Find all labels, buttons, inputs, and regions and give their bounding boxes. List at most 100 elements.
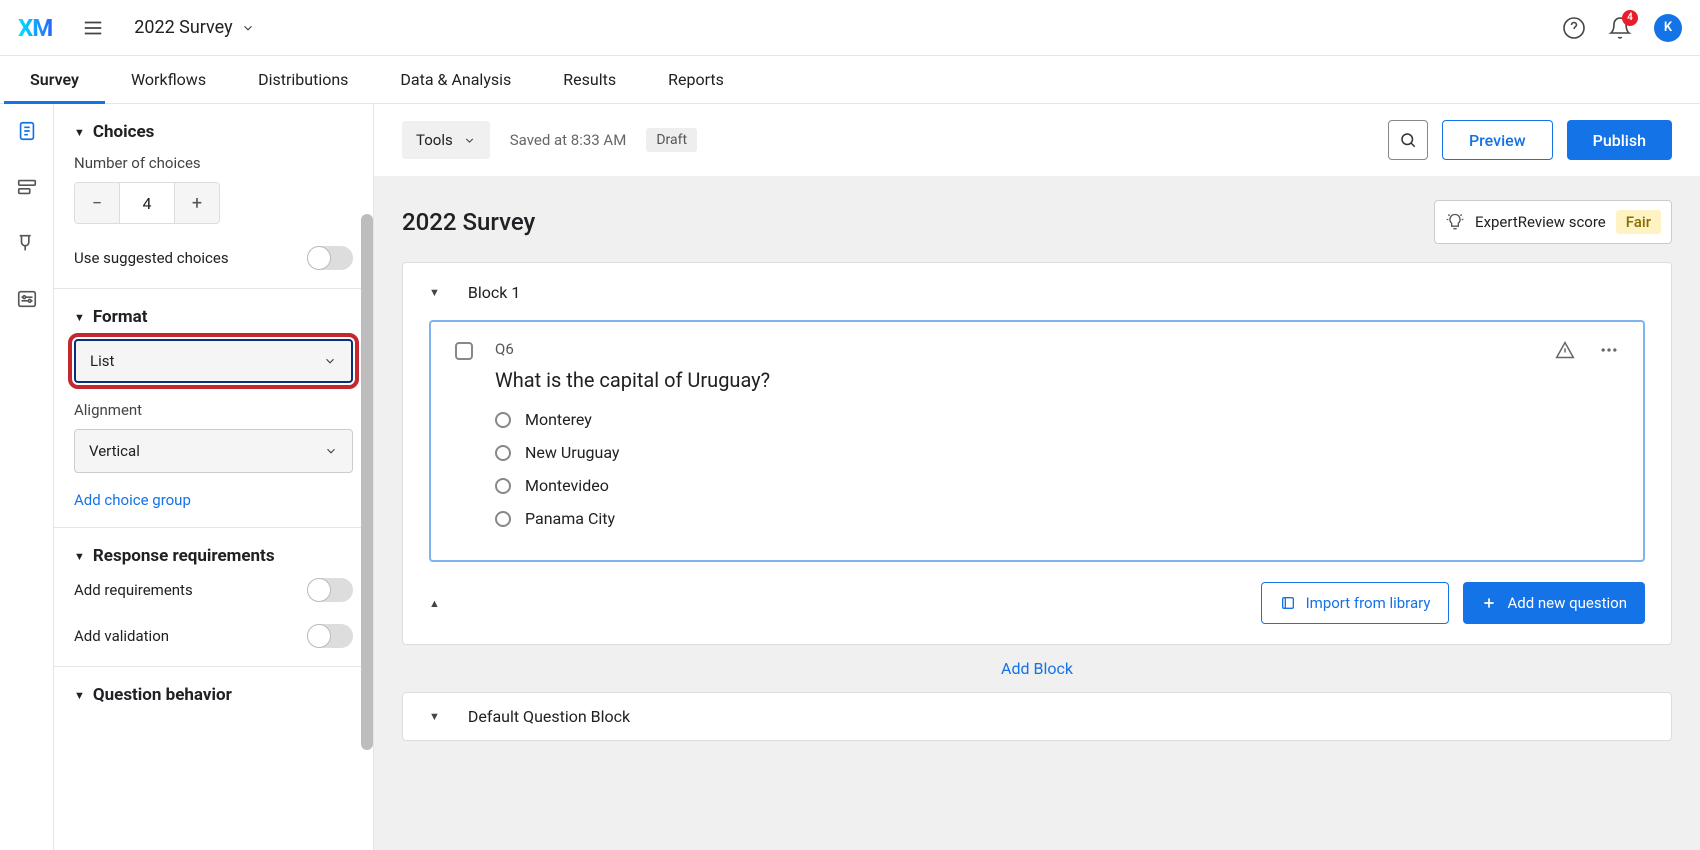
notifications-icon[interactable]: 4 bbox=[1608, 16, 1632, 40]
warning-icon[interactable] bbox=[1555, 340, 1575, 542]
choice-row[interactable]: Panama City bbox=[495, 509, 1533, 528]
menu-icon[interactable] bbox=[82, 17, 104, 39]
rail-flow-icon[interactable] bbox=[14, 174, 40, 200]
radio-icon bbox=[495, 445, 511, 461]
choice-row[interactable]: Montevideo bbox=[495, 476, 1533, 495]
expert-label: ExpertReview score bbox=[1475, 213, 1606, 231]
help-icon[interactable] bbox=[1562, 16, 1586, 40]
choice-row[interactable]: Monterey bbox=[495, 410, 1533, 429]
preview-button[interactable]: Preview bbox=[1442, 120, 1553, 160]
question-card[interactable]: Q6 What is the capital of Uruguay? Monte… bbox=[429, 320, 1645, 562]
alignment-value: Vertical bbox=[89, 442, 140, 460]
rail-builder-icon[interactable] bbox=[14, 118, 40, 144]
expert-review-pill[interactable]: ExpertReview score Fair bbox=[1434, 200, 1672, 244]
import-library-button[interactable]: Import from library bbox=[1261, 582, 1450, 624]
question-checkbox[interactable] bbox=[455, 342, 473, 360]
more-icon[interactable] bbox=[1599, 340, 1619, 542]
format-value: List bbox=[90, 352, 114, 370]
app-header: XM 2022 Survey 4 K bbox=[0, 0, 1700, 56]
section-behavior-header[interactable]: ▼ Question behavior bbox=[74, 685, 353, 705]
add-question-button[interactable]: Add new question bbox=[1463, 582, 1645, 624]
format-dropdown[interactable]: List bbox=[74, 339, 353, 383]
section-response-title: Response requirements bbox=[93, 546, 275, 566]
library-icon bbox=[1280, 595, 1296, 611]
block-card: ▼ Default Question Block bbox=[402, 692, 1672, 741]
chevron-down-icon bbox=[241, 21, 255, 35]
canvas-toolbar: Tools Saved at 8:33 AM Draft Preview Pub… bbox=[374, 104, 1700, 176]
add-requirements-toggle[interactable] bbox=[307, 578, 353, 602]
add-validation-label: Add validation bbox=[74, 627, 169, 645]
radio-icon bbox=[495, 412, 511, 428]
num-choices-stepper: − 4 + bbox=[74, 182, 220, 224]
choice-label: Monterey bbox=[525, 410, 592, 429]
left-rail bbox=[0, 104, 54, 850]
tab-data-analysis[interactable]: Data & Analysis bbox=[374, 56, 537, 103]
choice-label: Panama City bbox=[525, 509, 615, 528]
section-choices-title: Choices bbox=[93, 122, 155, 142]
alignment-dropdown[interactable]: Vertical bbox=[74, 429, 353, 473]
edit-panel: ▼ Choices Number of choices − 4 + Use su… bbox=[54, 104, 374, 850]
tab-distributions[interactable]: Distributions bbox=[232, 56, 374, 103]
num-choices-label: Number of choices bbox=[74, 154, 353, 172]
rail-options-icon[interactable] bbox=[14, 286, 40, 312]
tab-workflows[interactable]: Workflows bbox=[105, 56, 232, 103]
avatar[interactable]: K bbox=[1654, 14, 1682, 42]
section-format-header[interactable]: ▼ Format bbox=[74, 307, 353, 327]
section-response-header[interactable]: ▼ Response requirements bbox=[74, 546, 353, 566]
caret-down-icon: ▼ bbox=[74, 126, 85, 139]
project-dropdown[interactable]: 2022 Survey bbox=[134, 17, 254, 38]
use-suggested-label: Use suggested choices bbox=[74, 249, 229, 267]
question-text[interactable]: What is the capital of Uruguay? bbox=[495, 368, 1533, 392]
project-name: 2022 Survey bbox=[134, 17, 232, 38]
chevron-down-icon bbox=[324, 444, 338, 458]
chevron-down-icon bbox=[463, 134, 476, 147]
notification-badge: 4 bbox=[1622, 10, 1638, 26]
radio-icon bbox=[495, 511, 511, 527]
plus-icon bbox=[1481, 595, 1497, 611]
choice-row[interactable]: New Uruguay bbox=[495, 443, 1533, 462]
add-validation-toggle[interactable] bbox=[307, 624, 353, 648]
tab-results[interactable]: Results bbox=[537, 56, 642, 103]
saved-status: Saved at 8:33 AM bbox=[510, 131, 627, 149]
main-tabs: Survey Workflows Distributions Data & An… bbox=[0, 56, 1700, 104]
section-behavior-title: Question behavior bbox=[93, 685, 232, 705]
add-block-link[interactable]: Add Block bbox=[402, 659, 1672, 678]
scrollbar[interactable] bbox=[361, 214, 373, 750]
num-choices-value: 4 bbox=[119, 183, 175, 223]
expert-score: Fair bbox=[1616, 210, 1661, 234]
collapse-icon[interactable]: ▼ bbox=[429, 710, 440, 723]
tab-reports[interactable]: Reports bbox=[642, 56, 750, 103]
tools-label: Tools bbox=[416, 131, 453, 149]
import-library-label: Import from library bbox=[1306, 594, 1431, 612]
tools-dropdown[interactable]: Tools bbox=[402, 121, 490, 159]
choice-label: Montevideo bbox=[525, 476, 609, 495]
lightbulb-icon bbox=[1445, 212, 1465, 232]
add-question-label: Add new question bbox=[1507, 594, 1627, 612]
canvas: Tools Saved at 8:33 AM Draft Preview Pub… bbox=[374, 104, 1700, 850]
chevron-down-icon bbox=[323, 354, 337, 368]
rail-look-icon[interactable] bbox=[14, 230, 40, 256]
choice-label: New Uruguay bbox=[525, 443, 619, 462]
search-button[interactable] bbox=[1388, 120, 1428, 160]
publish-button[interactable]: Publish bbox=[1567, 120, 1672, 160]
alignment-label: Alignment bbox=[74, 401, 353, 419]
caret-down-icon: ▼ bbox=[74, 689, 85, 702]
block-card: ▼ Block 1 Q6 What is the capital of Urug… bbox=[402, 262, 1672, 645]
section-format-title: Format bbox=[93, 307, 148, 327]
logo: XM bbox=[18, 14, 52, 42]
block-name[interactable]: Default Question Block bbox=[468, 707, 630, 726]
collapse-icon[interactable]: ▼ bbox=[429, 286, 440, 299]
caret-down-icon: ▼ bbox=[74, 311, 85, 324]
add-requirements-label: Add requirements bbox=[74, 581, 193, 599]
section-choices-header[interactable]: ▼ Choices bbox=[74, 122, 353, 142]
expand-icon[interactable]: ▲ bbox=[429, 597, 440, 610]
decrement-button[interactable]: − bbox=[75, 183, 119, 223]
caret-down-icon: ▼ bbox=[74, 550, 85, 563]
tab-survey[interactable]: Survey bbox=[4, 56, 105, 103]
search-icon bbox=[1399, 131, 1417, 149]
block-name[interactable]: Block 1 bbox=[468, 283, 520, 302]
use-suggested-toggle[interactable] bbox=[307, 246, 353, 270]
add-choice-group-link[interactable]: Add choice group bbox=[74, 491, 191, 509]
increment-button[interactable]: + bbox=[175, 183, 219, 223]
draft-badge: Draft bbox=[646, 128, 697, 152]
